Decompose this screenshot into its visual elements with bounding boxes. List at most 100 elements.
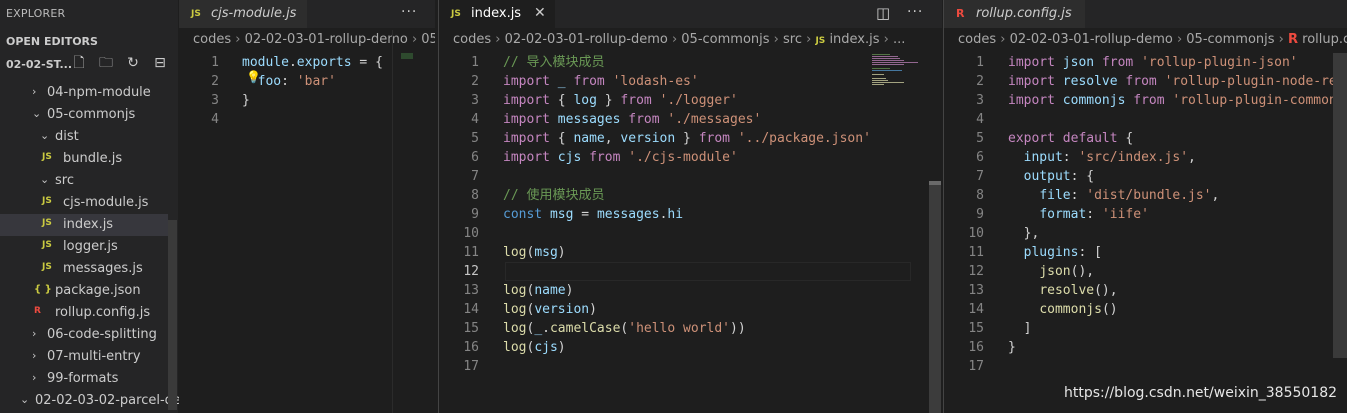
breadcrumb-separator: › — [491, 32, 505, 47]
js-file-icon: JS — [42, 262, 52, 272]
tab-bar: JS index.js ✕ ◫ ··· — [439, 0, 942, 28]
code-line: 5 import { name, version } from '../packa… — [439, 129, 909, 148]
code-line: 4 — [944, 110, 1332, 129]
tree-file[interactable]: Rrollup.config.js — [0, 302, 168, 324]
line-number: 4 — [211, 112, 219, 127]
code-line: 7 output: { — [944, 167, 1332, 186]
open-editors-header[interactable]: OPEN EDITORS — [6, 35, 98, 48]
code-line: 12 — [439, 262, 909, 281]
minimap[interactable] — [401, 53, 413, 59]
line-number: 2 — [471, 74, 479, 89]
minimap[interactable] — [872, 54, 922, 88]
chevron-down-icon: ⌄ — [32, 107, 42, 120]
line-number: 17 — [463, 359, 479, 374]
tree-file[interactable]: { } package.json — [0, 280, 168, 302]
js-file-icon: JS — [42, 152, 52, 162]
breadcrumb-item[interactable]: 02-02-03-01-rollup-demo — [245, 32, 408, 47]
sidebar-scrollbar[interactable] — [168, 220, 177, 410]
tree-folder[interactable]: › 04-npm-module — [0, 82, 168, 104]
code-line: 17 — [439, 357, 909, 376]
close-icon[interactable]: ✕ — [534, 5, 546, 21]
code-line: 6 import cjs from './cjs-module' — [439, 148, 909, 167]
code-text: log(cjs) — [503, 340, 566, 355]
split-editor-icon[interactable]: ◫ — [876, 4, 891, 22]
code-text: commonjs() — [1039, 302, 1118, 317]
breadcrumb-item[interactable]: 05-commonjs — [681, 32, 769, 47]
line-number: 5 — [471, 131, 479, 146]
tree-file[interactable]: JS cjs-module.js — [0, 192, 168, 214]
tree-folder[interactable]: › 06-code-splitting — [0, 324, 168, 346]
vertical-scrollbar[interactable] — [929, 185, 941, 413]
minimap-stroke — [872, 70, 902, 71]
tab-label: index.js — [471, 6, 522, 21]
tree-folder[interactable]: ⌄ 05-commonjs — [0, 104, 168, 126]
code-text: format: 'iife' — [1039, 207, 1149, 222]
tree-folder[interactable]: ⌄ src — [0, 170, 168, 192]
line-number: 10 — [463, 226, 479, 241]
refresh-icon[interactable]: ↻ — [126, 56, 140, 70]
tree-folder[interactable]: ⌄ dist — [0, 126, 168, 148]
tree-folder[interactable]: ⌄ 02-02-03-02-parcel-de... — [0, 390, 193, 412]
editor-more-button[interactable]: ··· — [401, 4, 417, 20]
js-file-icon: JS — [42, 196, 52, 206]
line-number: 4 — [976, 112, 984, 127]
code-line: 15 ] — [944, 319, 1332, 338]
tree-folder[interactable]: › 07-multi-entry — [0, 346, 168, 368]
tree-file[interactable]: JS index.js — [0, 214, 168, 236]
new-file-icon[interactable]: 🗋 — [72, 56, 86, 70]
breadcrumb-item[interactable]: 05-commonjs — [1186, 32, 1274, 47]
code-text: import { log } from './logger' — [503, 93, 738, 108]
tab-label: rollup.config.js — [976, 6, 1072, 21]
tree-item-label: messages.js — [63, 261, 143, 276]
minimap-stroke — [872, 58, 900, 59]
tab-cjs-module[interactable]: JS cjs-module.js — [179, 0, 307, 28]
rollup-file-icon[interactable]: R — [1288, 32, 1298, 47]
collapse-all-icon[interactable]: ⊟ — [153, 56, 167, 70]
breadcrumb-item[interactable]: 02-02-03-01-rollup-demo — [1010, 32, 1173, 47]
tree-file[interactable]: JS logger.js — [0, 236, 168, 258]
breadcrumb-item[interactable]: codes — [193, 32, 231, 47]
workspace-name: 02-02-ST... — [6, 58, 73, 71]
breadcrumb-item[interactable]: 02-02-03-01-rollup-demo — [505, 32, 668, 47]
code-text: log(name) — [503, 283, 574, 298]
breadcrumb-item[interactable]: rollup.conf — [1302, 32, 1347, 47]
code-line: 8 // 使用模块成员 — [439, 186, 909, 205]
breadcrumb-item[interactable]: ... — [893, 32, 905, 47]
vertical-scrollbar[interactable] — [1333, 53, 1347, 358]
json-file-icon: { } — [34, 284, 52, 295]
chevron-down-icon: ⌄ — [40, 129, 50, 142]
breadcrumb-item[interactable]: 05-cc — [421, 32, 435, 47]
line-number: 3 — [976, 93, 984, 108]
code-line: 3 import commonjs from 'rollup-plugin-com… — [944, 91, 1337, 110]
new-folder-icon[interactable]: 🗀 — [99, 56, 113, 70]
tree-item-label: 99-formats — [47, 371, 119, 386]
editor-more-button[interactable]: ··· — [907, 4, 923, 20]
breadcrumb-separator: › — [801, 32, 816, 47]
breadcrumb: codes › 02-02-03-01-rollup-demo › 05-com… — [958, 32, 1347, 52]
tree-item-label: 02-02-03-02-parcel-de... — [35, 393, 194, 408]
tree-item-label: cjs-module.js — [63, 195, 149, 210]
js-file-icon: JS — [451, 9, 461, 19]
breadcrumb-separator: › — [879, 32, 893, 47]
tree-file[interactable]: JS messages.js — [0, 258, 168, 280]
breadcrumb-item[interactable]: codes — [453, 32, 491, 47]
tree-item-label: dist — [55, 129, 79, 144]
code-line: 15 log(_.camelCase('hello world')) — [439, 319, 909, 338]
code-text: const msg = messages.hi — [503, 207, 684, 222]
breadcrumb-item[interactable]: index.js — [829, 32, 879, 47]
tab-rollup-config[interactable]: R rollup.config.js — [944, 0, 1085, 28]
workspace-header[interactable]: 02-02-ST... 🗋 🗀 ↻ ⊟ — [0, 53, 178, 75]
line-number: 15 — [968, 321, 984, 336]
code-text: }, — [1008, 226, 1040, 241]
tree-file[interactable]: JS bundle.js — [0, 148, 168, 170]
lightbulb-icon[interactable]: 💡 — [246, 70, 261, 84]
tab-index[interactable]: JS index.js ✕ — [439, 0, 555, 28]
line-number: 12 — [463, 264, 479, 279]
breadcrumb-item[interactable]: src — [783, 32, 802, 47]
minimap-stroke — [872, 74, 884, 75]
editor-group-2: JS index.js ✕ ◫ ··· codes › 02-02-03-01-… — [438, 0, 942, 413]
breadcrumb-item[interactable]: codes — [958, 32, 996, 47]
js-file-icon[interactable]: JS — [815, 36, 825, 46]
rollup-file-icon: R — [956, 7, 965, 20]
tree-folder[interactable]: › 99-formats — [0, 368, 168, 390]
